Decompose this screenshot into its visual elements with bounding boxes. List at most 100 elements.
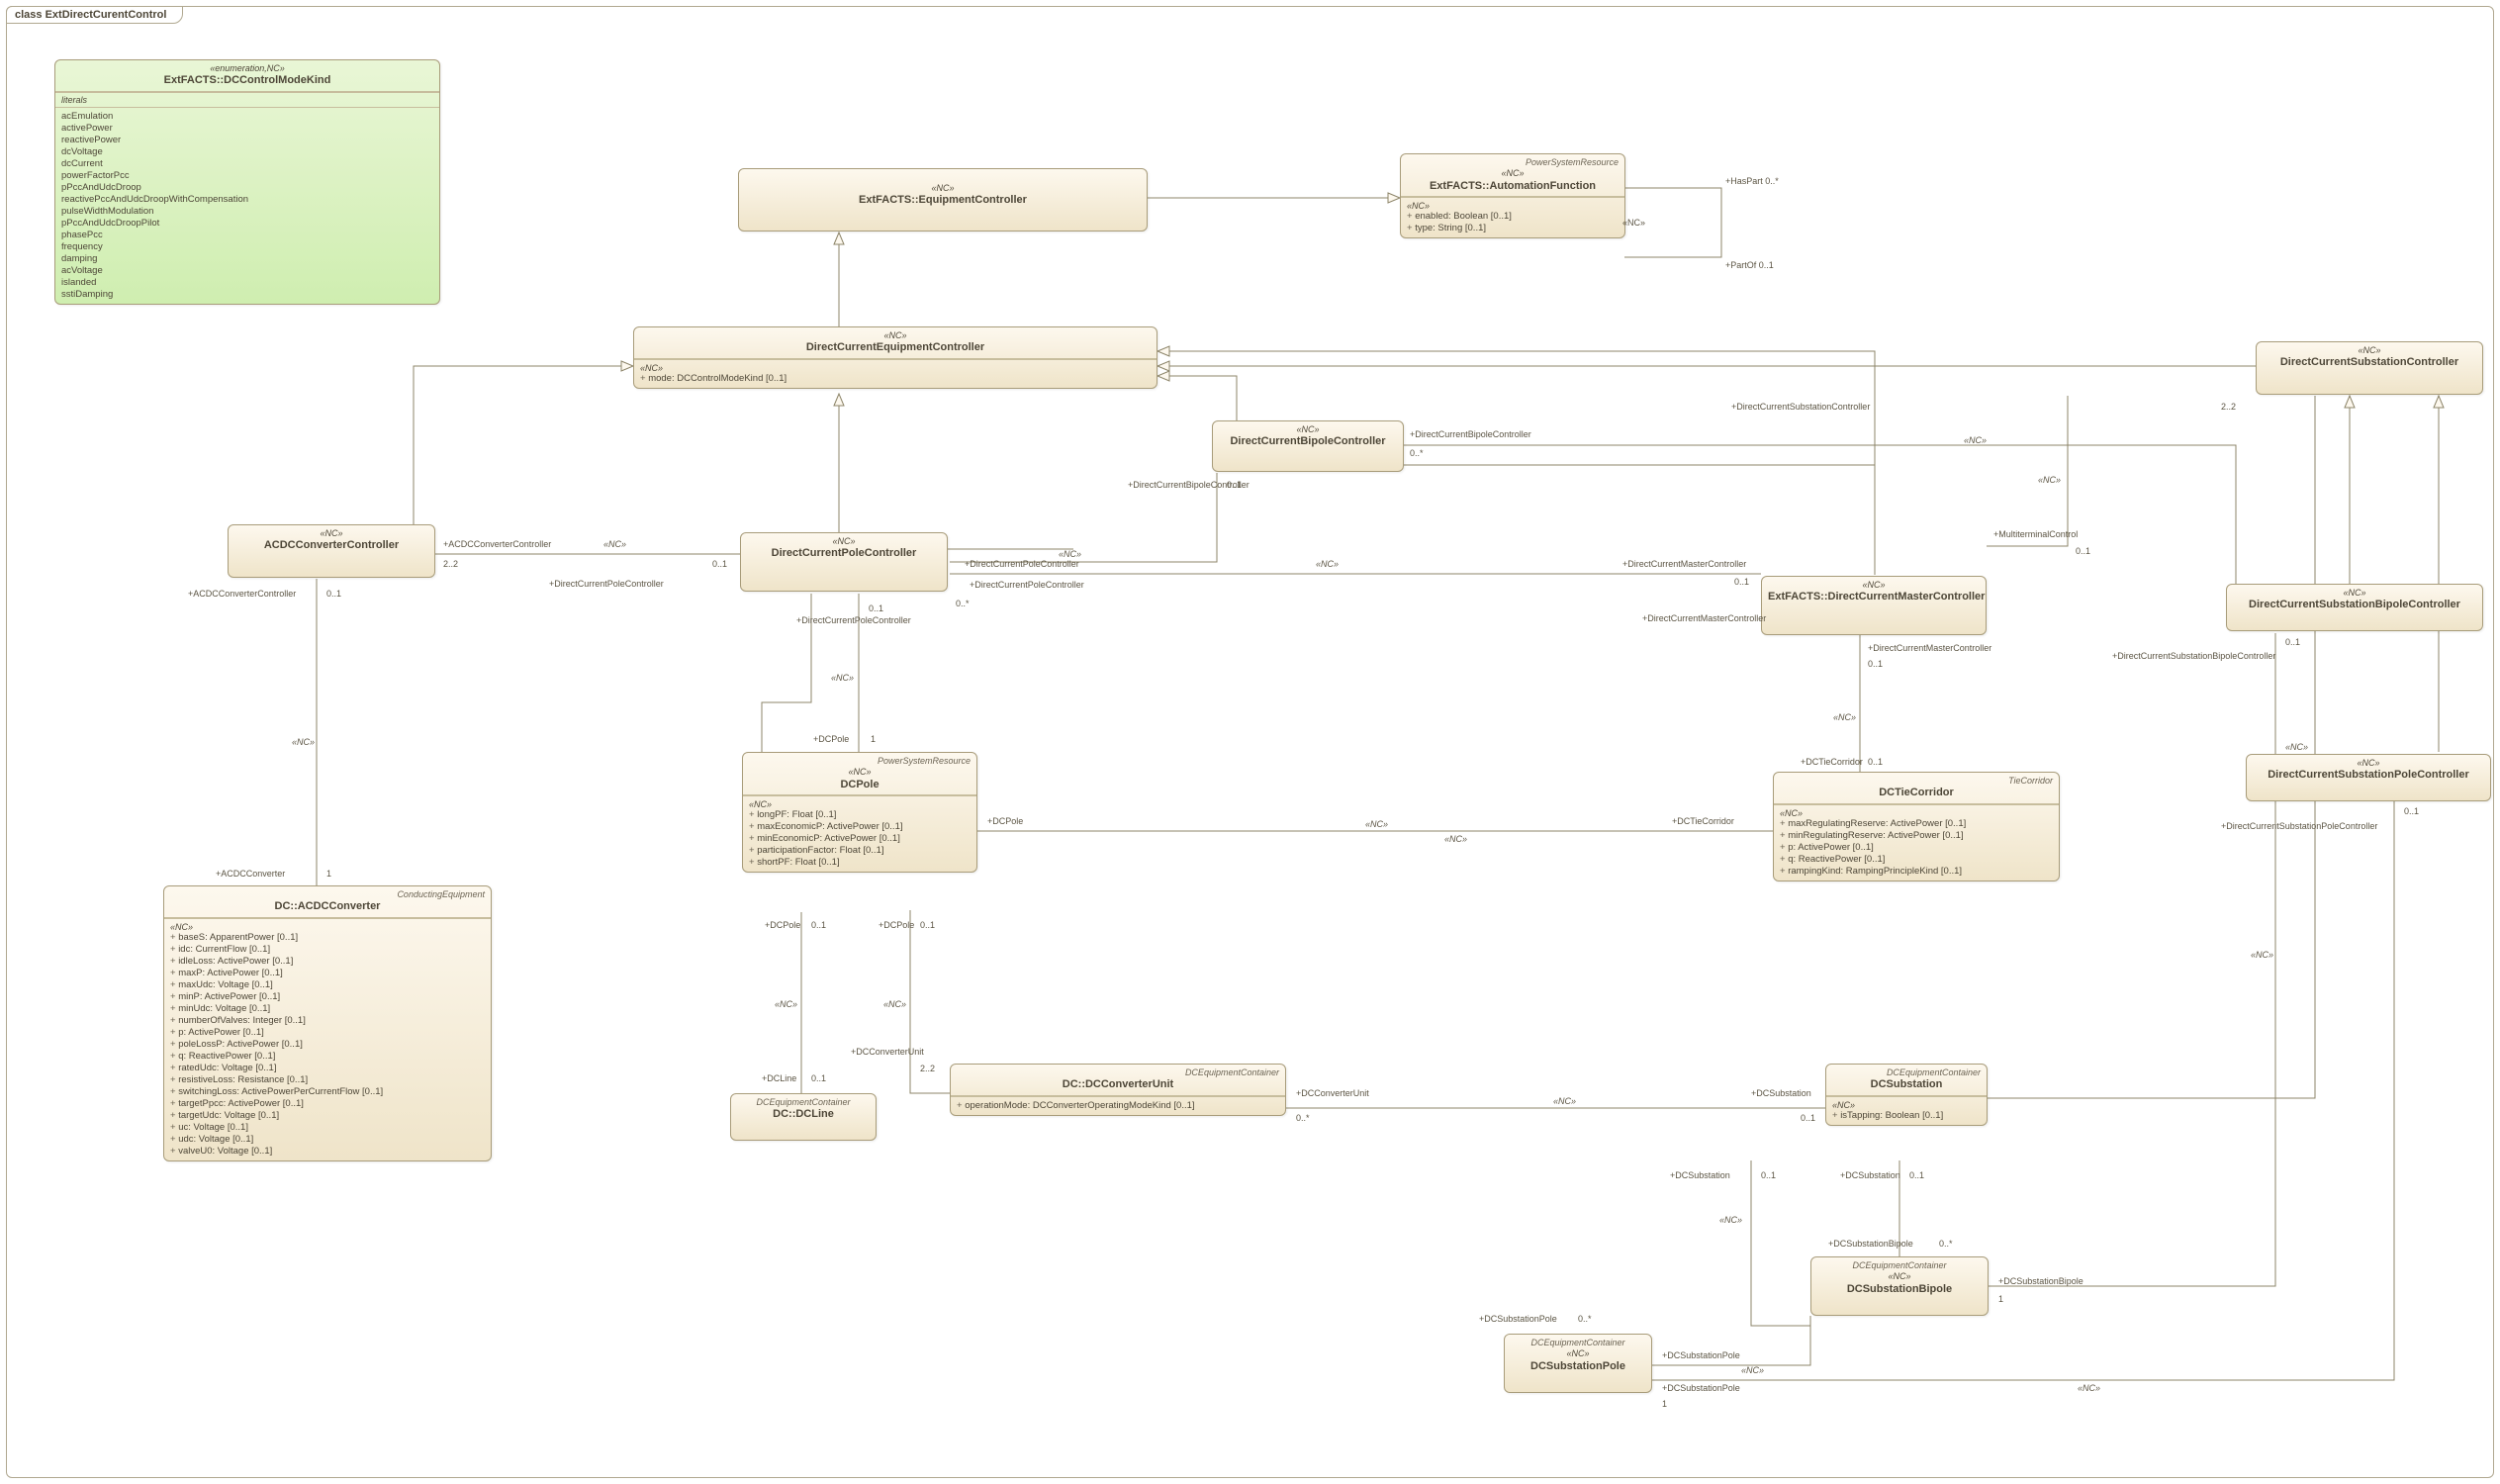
class-DCSubstationController: «NC» DirectCurrentSubstationController (2256, 341, 2483, 395)
edge-label: 0..1 (869, 603, 883, 613)
edge-label: 0..1 (712, 559, 727, 569)
edge-label: +DirectCurrentSubstationBipoleController (2112, 651, 2275, 661)
edge-label: 1 (326, 869, 331, 879)
edge-label: +DirectCurrentSubstationController (1731, 402, 1870, 412)
edge-label: 0..1 (1868, 757, 1883, 767)
edge-label: +DirectCurrentBipoleController (1410, 429, 1531, 439)
class-ACDCConverterController: «NC» ACDCConverterController (228, 524, 435, 578)
edge-label: +ACDCConverterController (188, 589, 296, 599)
edge-label: +DCConverterUnit (851, 1047, 924, 1057)
class-DCBipoleController: «NC» DirectCurrentBipoleController (1212, 420, 1404, 472)
edge-label: «NC» (1741, 1365, 1764, 1375)
edge-label: «NC» (1719, 1215, 1742, 1225)
edge-label: «NC» (883, 999, 906, 1009)
edge-label: +DirectCurrentSubstationPoleController (2221, 821, 2377, 831)
edge-label: «NC» (1444, 834, 1467, 844)
edge-label: +DCPole (987, 816, 1023, 826)
class-EquipmentController: «NC» ExtFACTS::EquipmentController (738, 168, 1148, 232)
class-DCPoleController: «NC» DirectCurrentPoleController (740, 532, 948, 592)
edge-label: 2..2 (920, 1064, 935, 1073)
edge-label: «NC» (603, 539, 626, 549)
stereo: «enumeration,NC» (61, 63, 433, 74)
edge-label: 1 (871, 734, 876, 744)
edge-label: «NC» (2251, 950, 2273, 960)
edge-label: «NC» (1365, 819, 1388, 829)
edge-label: 0..* (1296, 1113, 1310, 1123)
edge-label: «NC» (1059, 549, 1081, 559)
edge-label: +DCPole (813, 734, 849, 744)
edge-label: 0..* (956, 599, 970, 608)
edge-label: 2..2 (443, 559, 458, 569)
edge-label: «NC» (2078, 1383, 2100, 1393)
edge-label: 0..1 (1227, 480, 1242, 490)
class-DCSubstationPole: DCEquipmentContainer «NC» DCSubstationPo… (1504, 1334, 1652, 1393)
edge-label: 0..1 (811, 920, 826, 930)
class-DCSubstation: DCEquipmentContainer DCSubstation «NC» i… (1825, 1064, 1988, 1126)
edge-label: +DirectCurrentMasterController (1868, 643, 1991, 653)
edge-label: 0..1 (1761, 1170, 1776, 1180)
edge-label: 0..1 (1801, 1113, 1815, 1123)
literals-header: literals (55, 92, 439, 108)
edge-label: 0..1 (2076, 546, 2090, 556)
edge-label: +HasPart 0..* (1725, 176, 1779, 186)
edge-label: +DCTieCorridor (1801, 757, 1863, 767)
edge-label: «NC» (831, 673, 854, 683)
edge-label: +DCTieCorridor (1672, 816, 1734, 826)
edge-label: +DirectCurrentPoleController (970, 580, 1084, 590)
enum-literals: acEmulationactivePower reactivePowerdcVo… (61, 111, 433, 301)
edge-label: «NC» (2038, 475, 2061, 485)
class-DCPole: PowerSystemResource «NC» DCPole «NC» lon… (742, 752, 977, 873)
edge-label: «NC» (1316, 559, 1339, 569)
edge-label: 0..1 (1734, 577, 1749, 587)
edge-label: +ACDCConverter (216, 869, 285, 879)
class-DCLine: DCEquipmentContainer DC::DCLine (730, 1093, 877, 1141)
edge-label: +DirectCurrentMasterController (1622, 559, 1746, 569)
edge-label: 0..1 (2285, 637, 2300, 647)
edge-label: +DirectCurrentPoleController (549, 579, 664, 589)
class-DCConverterUnit: DCEquipmentContainer DC::DCConverterUnit… (950, 1064, 1286, 1116)
class-DCMasterController: «NC» ExtFACTS::DirectCurrentMasterContro… (1761, 576, 1987, 635)
edge-label: +DirectCurrentPoleController (965, 559, 1079, 569)
edge-label: +DCSubstationBipole (1998, 1276, 2083, 1286)
edge-label: +DCPole (765, 920, 800, 930)
class-ACDCConverter: ConductingEquipment DC::ACDCConverter «N… (163, 885, 492, 1161)
edge-label: 2..2 (2221, 402, 2236, 412)
edge-label: «NC» (2285, 742, 2308, 752)
edge-label: +DCLine (762, 1073, 796, 1083)
edge-label: 0..1 (326, 589, 341, 599)
edge-label: 0..1 (1909, 1170, 1924, 1180)
class-AutomationFunction: PowerSystemResource «NC» ExtFACTS::Autom… (1400, 153, 1625, 238)
edge-label: +DirectCurrentPoleController (796, 615, 911, 625)
edge-label: +DCSubstation (1840, 1170, 1900, 1180)
edge-label: +DirectCurrentMasterController (1642, 613, 1766, 623)
edge-label: +DCSubstationBipole (1828, 1239, 1913, 1249)
edge-label: +ACDCConverterController (443, 539, 551, 549)
class-DCSubBipoleController: «NC» DirectCurrentSubstationBipoleContro… (2226, 584, 2483, 631)
class-DCSubPoleController: «NC» DirectCurrentSubstationPoleControll… (2246, 754, 2491, 801)
class-DCTieCorridor: TieCorridor DCTieCorridor «NC» maxRegula… (1773, 772, 2060, 881)
class-DCControlModeKind: «enumeration,NC» ExtFACTS::DCControlMode… (54, 59, 440, 305)
edge-label: +DCSubstationPole (1662, 1350, 1740, 1360)
edge-label: «NC» (1622, 218, 1645, 228)
edge-label: 0..* (1939, 1239, 1953, 1249)
diagram-title: class ExtDirectCurentControl (6, 6, 183, 24)
class-name: ExtFACTS::DCControlModeKind (164, 74, 331, 86)
edge-label: +DCPole (879, 920, 914, 930)
edge-label: «NC» (775, 999, 797, 1009)
edge-label: «NC» (1553, 1096, 1576, 1106)
edge-label: +DCSubstation (1751, 1088, 1811, 1098)
edge-label: 1 (1662, 1399, 1667, 1409)
edge-label: «NC» (1964, 435, 1987, 445)
edge-label: 0..* (1578, 1314, 1592, 1324)
edge-label: +DCSubstationPole (1662, 1383, 1740, 1393)
edge-label: «NC» (292, 737, 315, 747)
edge-label: 0..1 (920, 920, 935, 930)
edge-label: +DCSubstationPole (1479, 1314, 1557, 1324)
class-DCEquipController: «NC» DirectCurrentEquipmentController «N… (633, 326, 1157, 389)
edge-label: 0..1 (811, 1073, 826, 1083)
edge-label: 0..1 (1868, 659, 1883, 669)
edge-label: 0..* (1410, 448, 1424, 458)
edge-label: +DCSubstation (1670, 1170, 1730, 1180)
edge-label: 1 (1998, 1294, 2003, 1304)
edge-label: 0..1 (2404, 806, 2419, 816)
